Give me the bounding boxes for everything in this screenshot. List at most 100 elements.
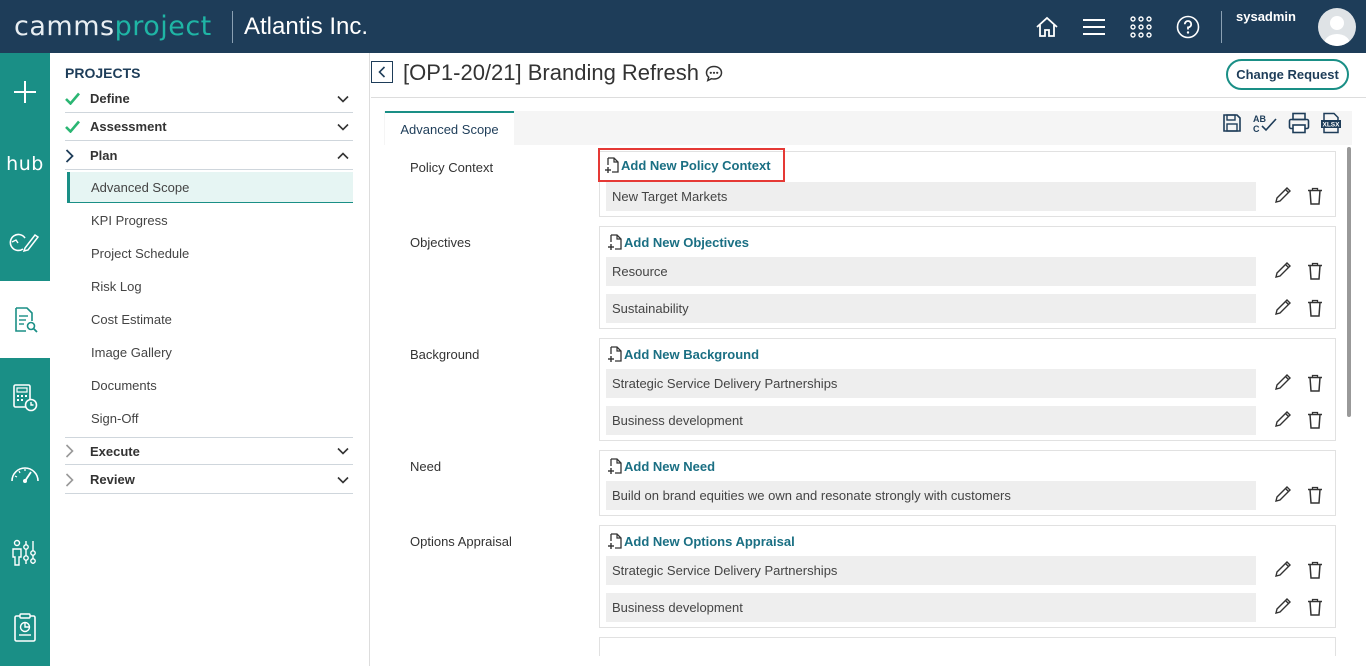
pencil-icon[interactable] <box>1271 370 1295 394</box>
chevron-down-icon[interactable] <box>333 476 353 484</box>
nav-section-label: Assessment <box>90 119 167 134</box>
gauge-icon[interactable] <box>0 436 50 513</box>
pencil-icon[interactable] <box>1271 295 1295 319</box>
nav-section-label: Execute <box>90 443 140 459</box>
nav-item-image-gallery[interactable]: Image Gallery <box>67 337 353 368</box>
add-new-need-link[interactable]: Add New Need <box>605 451 719 481</box>
trash-icon[interactable] <box>1303 595 1327 619</box>
change-request-button[interactable]: Change Request <box>1226 59 1349 90</box>
document-search-icon[interactable] <box>0 281 50 358</box>
add-document-icon <box>608 532 622 549</box>
chevron-down-icon[interactable] <box>333 447 353 455</box>
options-appraisal-box: Add New Options Appraisal Strategic Serv… <box>599 525 1336 628</box>
scope-item: Strategic Service Delivery Partnerships <box>606 556 1256 585</box>
pencil-icon[interactable] <box>1271 482 1295 506</box>
back-button[interactable] <box>371 61 393 83</box>
apps-grid-icon[interactable] <box>1117 0 1164 53</box>
hub-icon[interactable]: hub <box>0 125 50 202</box>
objectives-box: Add New Objectives Resource Sustainabili… <box>599 226 1336 329</box>
nav-section-label: Review <box>90 472 135 487</box>
svg-text:XLSX: XLSX <box>1323 122 1341 129</box>
scrollbar-thumb[interactable] <box>1347 147 1351 417</box>
nav-section-plan[interactable]: Plan <box>65 142 353 170</box>
add-new-objectives-link[interactable]: Add New Objectives <box>605 227 753 257</box>
add-document-icon <box>608 345 622 362</box>
scrollbar[interactable] <box>1346 145 1352 656</box>
calculator-clock-icon[interactable] <box>0 359 50 436</box>
avatar[interactable] <box>1318 7 1356 46</box>
chevron-down-icon[interactable] <box>333 95 353 103</box>
chevron-up-icon[interactable] <box>333 151 353 160</box>
content-panel: Advanced Scope ABC XLSX Policy Context <box>384 111 1352 656</box>
save-icon[interactable] <box>1222 113 1242 133</box>
chevron-down-icon[interactable] <box>333 123 353 131</box>
add-link-label: Add New Options Appraisal <box>624 533 795 549</box>
scope-item: New Target Markets <box>606 182 1256 211</box>
check-icon <box>65 92 90 105</box>
field-label-objectives: Objectives <box>410 235 471 250</box>
nav-item-project-schedule[interactable]: Project Schedule <box>67 238 353 269</box>
spellcheck-icon[interactable]: AB C <box>1252 113 1278 133</box>
trash-icon[interactable] <box>1303 483 1327 507</box>
trash-icon[interactable] <box>1303 558 1327 582</box>
scope-item: Build on brand equities we own and reson… <box>606 481 1256 510</box>
print-icon[interactable] <box>1288 112 1310 134</box>
field-label-background: Background <box>410 347 480 362</box>
scope-item: Business development <box>606 406 1256 435</box>
pencil-icon[interactable] <box>1271 183 1295 207</box>
main-content: [OP1-20/21] Branding Refresh Change Requ… <box>371 53 1366 666</box>
field-label-options-appraisal: Options Appraisal <box>410 534 512 549</box>
chevron-right-icon <box>65 148 90 163</box>
home-icon[interactable] <box>1023 0 1070 53</box>
page-title-text: [OP1-20/21] Branding Refresh <box>403 60 699 85</box>
add-document-icon <box>608 457 622 474</box>
top-header: cammsproject Atlantis Inc. sysadmin <box>0 0 1366 53</box>
trash-icon[interactable] <box>1303 184 1327 208</box>
nav-item-documents[interactable]: Documents <box>67 370 353 401</box>
pencil-icon[interactable] <box>1271 594 1295 618</box>
nav-item-kpi-progress[interactable]: KPI Progress <box>67 205 353 236</box>
xlsx-export-icon[interactable]: XLSX <box>1320 112 1342 134</box>
nav-item-risk-log[interactable]: Risk Log <box>67 271 353 302</box>
nav-section-label: Plan <box>90 148 118 163</box>
pencil-icon[interactable] <box>1271 258 1295 282</box>
nav-item-cost-estimate[interactable]: Cost Estimate <box>67 304 353 335</box>
nav-item-sign-off[interactable]: Sign-Off <box>67 403 353 434</box>
add-new-background-link[interactable]: Add New Background <box>605 339 763 369</box>
nav-section-assessment[interactable]: Assessment <box>65 113 353 141</box>
tab-advanced-scope[interactable]: Advanced Scope <box>385 111 514 145</box>
app-logo[interactable]: cammsproject <box>0 11 232 42</box>
menu-icon[interactable] <box>1070 0 1117 53</box>
check-icon <box>65 120 90 133</box>
username[interactable]: sysadmin <box>1236 9 1318 24</box>
help-icon[interactable] <box>1164 0 1211 53</box>
comment-icon[interactable] <box>705 65 723 82</box>
trash-icon[interactable] <box>1303 259 1327 283</box>
pencil-icon[interactable] <box>1271 557 1295 581</box>
people-chart-icon[interactable] <box>0 513 50 590</box>
nav-section-review[interactable]: Review <box>65 466 353 494</box>
trash-icon[interactable] <box>1303 371 1327 395</box>
pencil-icon[interactable] <box>1271 407 1295 431</box>
trash-icon[interactable] <box>1303 296 1327 320</box>
add-new-options-appraisal-link[interactable]: Add New Options Appraisal <box>605 526 799 556</box>
policy-context-box: Add New Policy Context New Target Market… <box>598 148 1336 217</box>
refresh-edit-icon[interactable] <box>0 203 50 280</box>
plus-icon[interactable] <box>0 53 50 130</box>
nav-item-advanced-scope[interactable]: Advanced Scope <box>67 172 353 203</box>
add-link-label: Add New Background <box>624 346 760 362</box>
add-new-policy-context-link[interactable]: Add New Policy Context <box>598 148 785 182</box>
add-link-label: Add New Objectives <box>624 234 749 250</box>
need-box: Add New Need Build on brand equities we … <box>599 450 1336 516</box>
field-label-policy-context: Policy Context <box>410 160 494 175</box>
nav-section-define[interactable]: Define <box>65 85 353 113</box>
trash-icon[interactable] <box>1303 408 1327 432</box>
next-field-box <box>599 637 1336 656</box>
toolbar: AB C XLSX <box>1222 111 1342 135</box>
project-nav: PROJECTS Define Assessment Plan Advanced… <box>50 53 370 666</box>
report-icon[interactable] <box>0 589 50 666</box>
background-box: Add New Background Strategic Service Del… <box>599 338 1336 441</box>
title-divider <box>371 97 1366 98</box>
nav-section-execute[interactable]: Execute <box>65 437 353 465</box>
page-title: [OP1-20/21] Branding Refresh <box>403 60 723 86</box>
